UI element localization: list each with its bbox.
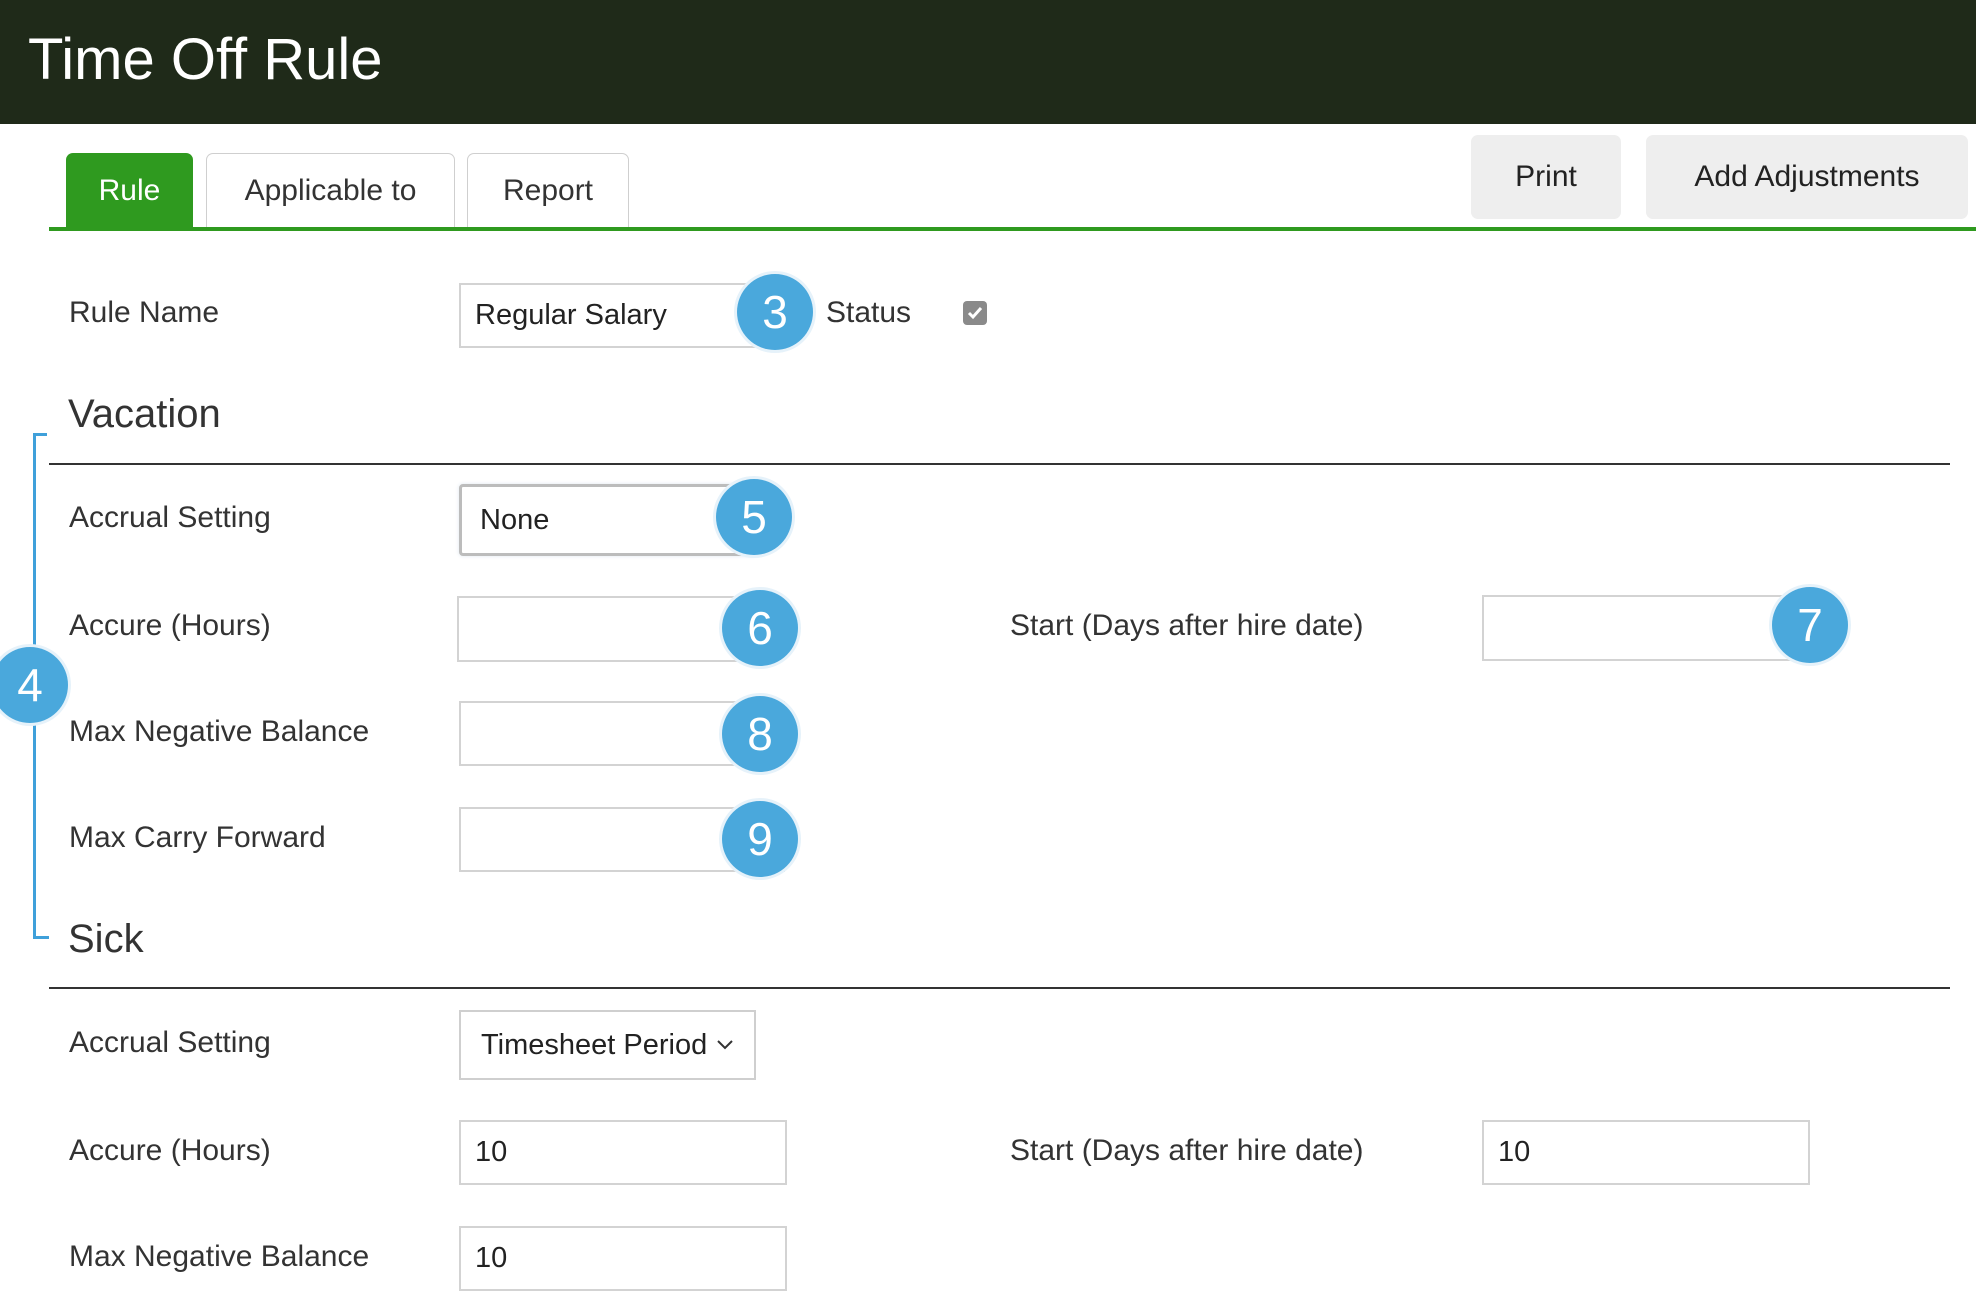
sick-accrual-setting-value: Timesheet Period [481,1028,708,1061]
vacation-start-input[interactable] [1482,595,1808,661]
add-adjustments-button[interactable]: Add Adjustments [1646,135,1968,219]
vacation-accrual-setting-select[interactable]: None [459,484,757,556]
sick-start-label: Start (Days after hire date) [1010,1134,1364,1167]
vacation-start-label: Start (Days after hire date) [1010,609,1364,642]
callout-marker-4: 4 [0,647,68,723]
tab-applicable-to[interactable]: Applicable to [206,153,455,227]
page-title: Time Off Rule [28,27,383,92]
status-checkbox[interactable] [963,301,987,325]
page-header: Time Off Rule [0,0,1976,124]
sick-accrual-setting-select[interactable]: Timesheet Period [459,1010,756,1080]
annotation-bracket-bottom [33,936,49,939]
sick-section-title: Sick [68,917,144,961]
vacation-divider [49,463,1950,465]
sick-accrual-setting-label: Accrual Setting [69,1026,271,1059]
tab-rule[interactable]: Rule [66,153,193,227]
print-button[interactable]: Print [1471,135,1621,219]
vacation-accrual-setting-label: Accrual Setting [69,501,271,534]
tab-report[interactable]: Report [467,153,629,227]
tab-underline [49,227,1976,231]
sick-accure-label: Accure (Hours) [69,1134,271,1167]
callout-marker-8: 8 [722,696,798,772]
vacation-max-carry-label: Max Carry Forward [69,821,326,854]
callout-marker-6: 6 [722,590,798,666]
status-label: Status [826,296,912,329]
callout-marker-5: 5 [716,479,792,555]
callout-marker-3: 3 [737,274,813,350]
sick-divider [49,987,1950,989]
rule-name-label: Rule Name [69,296,220,329]
chevron-down-icon [717,1040,733,1050]
vacation-section-title: Vacation [68,392,221,436]
callout-marker-7: 7 [1772,587,1848,663]
vacation-accrual-setting-value: None [480,503,550,536]
sick-max-negative-label: Max Negative Balance [69,1240,370,1273]
checkmark-icon [967,307,983,320]
callout-marker-9: 9 [722,801,798,877]
rule-name-input[interactable]: Regular Salary [459,283,785,348]
sick-start-input[interactable]: 10 [1482,1120,1810,1185]
annotation-bracket-top [33,433,47,436]
vacation-accure-label: Accure (Hours) [69,609,271,642]
sick-max-negative-input[interactable]: 10 [459,1226,787,1291]
vacation-max-negative-label: Max Negative Balance [69,715,370,748]
sick-accure-input[interactable]: 10 [459,1120,787,1185]
